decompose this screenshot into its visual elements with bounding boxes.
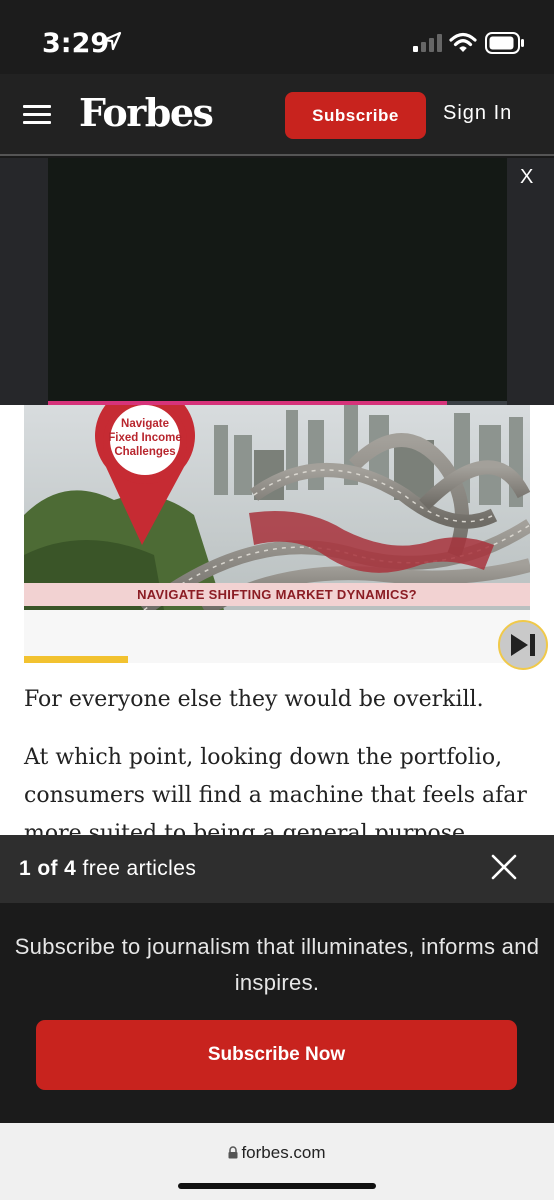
free-articles-count: 1 of 4 free articles [19, 857, 196, 881]
pin-text-line: Fixed Income [108, 432, 182, 444]
status-bar: 3:29 [0, 0, 554, 74]
free-articles-label: free articles [76, 857, 197, 880]
article-paragraph: At which point, looking down the portfol… [24, 745, 527, 835]
article-body: Navigate Fixed Income Challenges NAVIGAT… [0, 405, 554, 835]
video-thumbnail: Navigate Fixed Income Challenges [24, 405, 530, 610]
site-header: Forbes Subscribe Sign In [0, 74, 554, 156]
battery-icon [485, 32, 525, 59]
article-video[interactable]: Navigate Fixed Income Challenges NAVIGAT… [24, 405, 548, 670]
sign-in-link[interactable]: Sign In [443, 102, 512, 125]
url-text: forbes.com [241, 1143, 326, 1162]
menu-icon[interactable] [23, 105, 51, 125]
pin-text-line: Challenges [114, 446, 175, 458]
close-icon[interactable] [489, 852, 519, 882]
browser-address-bar[interactable]: forbes.com [0, 1123, 554, 1200]
lock-icon [228, 1144, 238, 1164]
paywall-message: Subscribe to journalism that illuminates… [14, 934, 540, 995]
paywall-panel: Subscribe to journalism that illuminates… [0, 903, 554, 1123]
wifi-icon [449, 32, 477, 59]
skip-next-icon[interactable] [498, 620, 548, 670]
location-arrow-icon [102, 31, 122, 56]
ad-video-player[interactable] [48, 158, 507, 401]
article-paragraph: For everyone else they would be overkill… [24, 687, 484, 712]
forbes-logo[interactable]: Forbes [79, 90, 214, 135]
section-divider [24, 656, 128, 663]
pin-text-line: Navigate [121, 418, 169, 430]
subscribe-button[interactable]: Subscribe [285, 92, 426, 139]
cellular-signal-icon [413, 34, 443, 57]
ad-close-button[interactable]: X [520, 166, 533, 189]
status-time: 3:29 [42, 28, 110, 59]
home-indicator[interactable] [178, 1183, 376, 1189]
video-ad-container: X [0, 158, 554, 405]
url-display[interactable]: forbes.com [0, 1143, 554, 1164]
free-articles-bar: 1 of 4 free articles [0, 835, 554, 903]
free-articles-number: 1 of 4 [19, 857, 77, 880]
video-banner: NAVIGATE SHIFTING MARKET DYNAMICS? [24, 583, 530, 606]
subscribe-now-button[interactable]: Subscribe Now [36, 1020, 517, 1090]
